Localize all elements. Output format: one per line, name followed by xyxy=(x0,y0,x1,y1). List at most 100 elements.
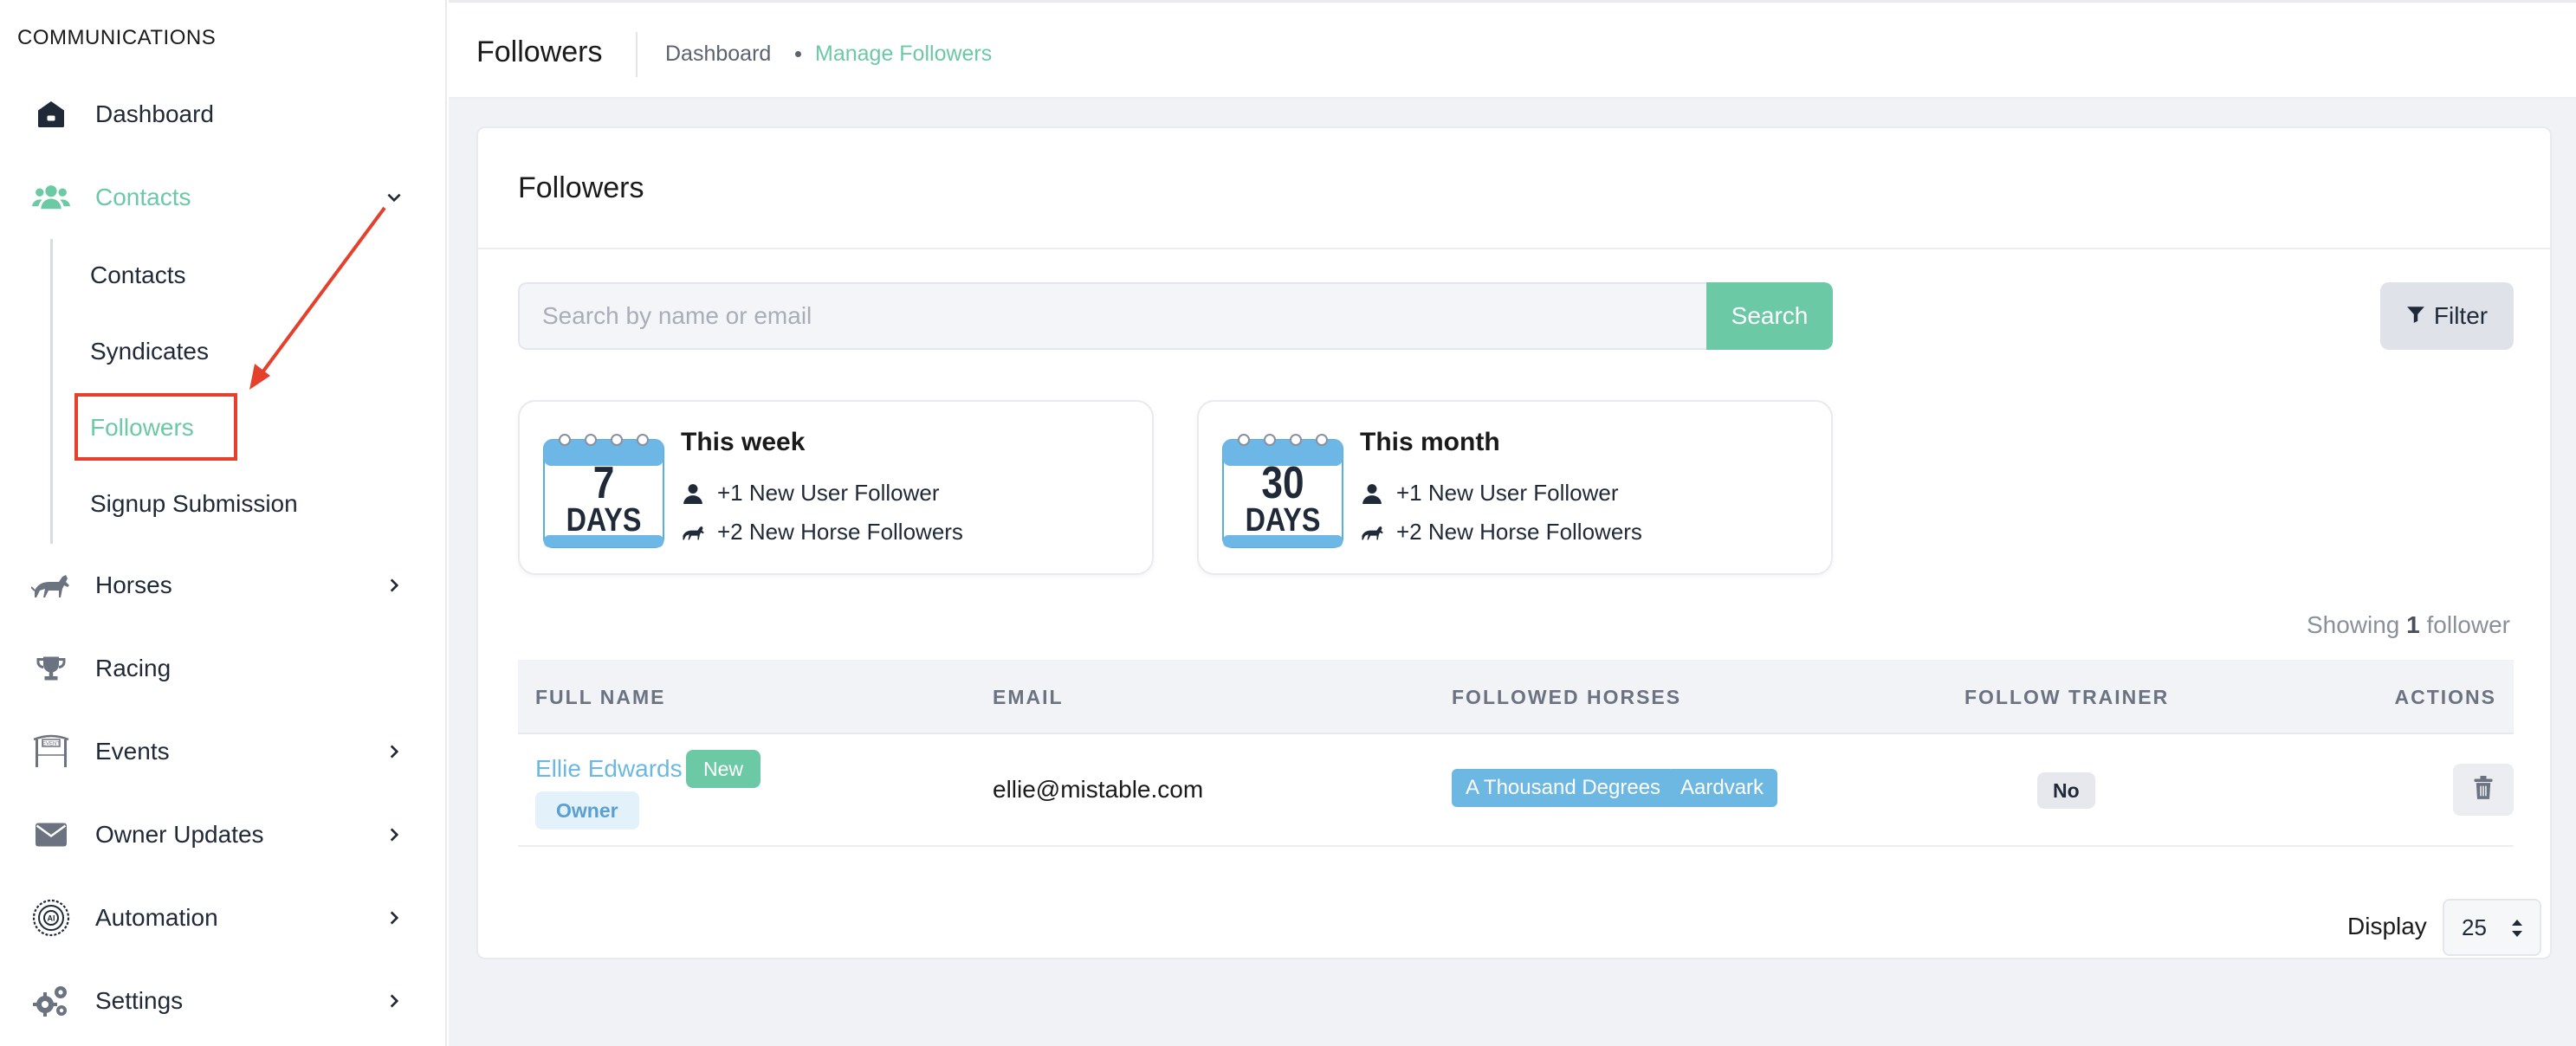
sidebar-item-label: Settings xyxy=(95,987,184,1014)
calendar-unit: DAYS xyxy=(566,502,642,539)
stat-user-followers: +1 New User Follower xyxy=(681,480,939,507)
column-header-followed-horses: FOLLOWED HORSES xyxy=(1452,686,1682,708)
calendar-number: 30 xyxy=(1261,458,1304,508)
stat-user-line: +1 New User Follower xyxy=(717,480,940,506)
page-size-select[interactable]: 25 xyxy=(2443,899,2541,956)
page-size-value: 25 xyxy=(2462,914,2487,940)
sidebar-item-settings[interactable]: Settings xyxy=(0,970,447,1032)
stat-user-line: +1 New User Follower xyxy=(1396,480,1619,506)
page-header: Followers Dashboard Manage Followers xyxy=(449,0,2576,99)
column-header-email[interactable]: EMAIL xyxy=(993,686,1064,709)
follow-trainer-badge: No xyxy=(2037,772,2095,809)
sidebar: COMMUNICATIONS Dashboard Contacts Contac… xyxy=(0,0,447,1046)
card-header: Followers xyxy=(478,128,2550,249)
users-icon xyxy=(31,178,71,217)
results-count: Showing 1 follower xyxy=(2307,611,2510,639)
search-input[interactable] xyxy=(518,282,1706,350)
search-button[interactable]: Search xyxy=(1706,282,1833,350)
chevron-right-icon[interactable] xyxy=(381,905,407,931)
filter-icon xyxy=(2406,302,2425,330)
horse-tag[interactable]: Aardvark xyxy=(1667,769,1778,807)
sidebar-subitem-syndicates[interactable]: Syndicates xyxy=(90,338,209,365)
automation-icon: AI xyxy=(31,898,71,938)
sidebar-item-dashboard[interactable]: Dashboard xyxy=(0,83,447,145)
search-bar: Search xyxy=(518,282,1833,350)
annotation-highlight-box xyxy=(74,393,237,461)
submenu-guide-line xyxy=(50,239,53,544)
main-content: Followers Search Filter 7 DAYS xyxy=(449,99,2576,1046)
column-header-actions: ACTIONS xyxy=(2394,686,2496,708)
stat-horse-line: +2 New Horse Followers xyxy=(1396,519,1642,545)
sidebar-item-label: Horses xyxy=(95,571,172,598)
sidebar-section-title: COMMUNICATIONS xyxy=(17,26,217,49)
horse-tag[interactable]: A Thousand Degrees xyxy=(1452,769,1675,807)
sidebar-item-label: Contacts xyxy=(95,184,191,210)
table-row: Ellie Edwards New Owner ellie@mistable.c… xyxy=(518,734,2514,847)
chevron-right-icon[interactable] xyxy=(381,572,407,598)
calendar-number: 7 xyxy=(592,458,615,508)
table-header: FULL NAME EMAIL FOLLOWED HORSES FOLLOW T… xyxy=(518,660,2514,734)
sidebar-item-label: Dashboard xyxy=(95,100,214,127)
breadcrumb-separator xyxy=(795,51,801,57)
trophy-icon xyxy=(31,649,71,688)
trash-icon xyxy=(2473,775,2494,804)
svg-text:EVENT: EVENT xyxy=(42,742,60,747)
sidebar-item-horses[interactable]: Horses xyxy=(0,554,447,617)
column-header-follow-trainer: FOLLOW TRAINER xyxy=(1964,686,2170,708)
sidebar-item-owner-updates[interactable]: Owner Updates xyxy=(0,804,447,866)
sidebar-item-label: Events xyxy=(95,738,170,765)
calendar-icon: 7 DAYS xyxy=(542,428,665,551)
chevron-down-icon[interactable] xyxy=(381,184,407,210)
sidebar-item-label: Racing xyxy=(95,655,172,681)
svg-text:AI: AI xyxy=(48,914,55,923)
breadcrumb-dashboard[interactable]: Dashboard xyxy=(665,42,771,67)
horse-icon xyxy=(681,520,705,545)
sidebar-subitem-signup-submission[interactable]: Signup Submission xyxy=(90,490,298,518)
delete-button[interactable] xyxy=(2453,764,2514,816)
sidebar-item-label: Owner Updates xyxy=(95,821,264,848)
chevron-right-icon[interactable] xyxy=(381,988,407,1014)
breadcrumb-manage-followers: Manage Followers xyxy=(815,42,993,66)
filter-label: Filter xyxy=(2433,302,2489,329)
event-gate-icon: EVENT xyxy=(31,732,71,772)
results-count-prefix: Showing xyxy=(2306,611,2400,638)
gears-icon xyxy=(31,981,71,1021)
user-icon xyxy=(1360,481,1384,506)
results-count-number: 1 xyxy=(2406,611,2420,638)
new-badge: New xyxy=(686,750,761,788)
stat-user-followers: +1 New User Follower xyxy=(1360,480,1618,507)
sidebar-subitem-contacts[interactable]: Contacts xyxy=(90,262,186,289)
filter-button[interactable]: Filter xyxy=(2380,282,2514,350)
role-badge: Owner xyxy=(535,791,639,830)
stat-title: This week xyxy=(681,428,806,456)
sidebar-item-racing[interactable]: Racing xyxy=(0,637,447,700)
sidebar-item-contacts[interactable]: Contacts xyxy=(0,166,447,229)
calendar-icon: 30 DAYS xyxy=(1221,428,1344,551)
results-count-suffix: follower xyxy=(2426,611,2510,638)
header-divider xyxy=(636,32,638,77)
user-icon xyxy=(681,481,705,506)
calendar-unit: DAYS xyxy=(1245,502,1321,539)
stat-card-week: 7 DAYS This week +1 New User Follower +2… xyxy=(518,400,1154,575)
stat-horse-line: +2 New Horse Followers xyxy=(717,519,963,545)
card-title: Followers xyxy=(518,171,644,204)
follower-email: ellie@mistable.com xyxy=(993,776,1204,803)
follower-name-link[interactable]: Ellie Edwards xyxy=(535,755,683,783)
sort-arrows-icon xyxy=(2510,916,2524,946)
envelope-icon xyxy=(31,815,71,855)
stat-horse-followers: +2 New Horse Followers xyxy=(1360,519,1642,546)
followers-card: Followers Search Filter 7 DAYS xyxy=(476,126,2552,959)
sidebar-item-label: Automation xyxy=(95,904,218,931)
horse-icon xyxy=(1360,520,1384,545)
column-header-full-name[interactable]: FULL NAME xyxy=(535,686,665,709)
page-title: Followers xyxy=(476,36,603,68)
horse-icon xyxy=(31,565,71,605)
stat-horse-followers: +2 New Horse Followers xyxy=(681,519,963,546)
home-icon xyxy=(31,94,71,134)
chevron-right-icon[interactable] xyxy=(381,739,407,765)
sidebar-item-events[interactable]: EVENT Events xyxy=(0,720,447,783)
stat-title: This month xyxy=(1360,428,1500,456)
display-label: Display xyxy=(2347,913,2427,939)
chevron-right-icon[interactable] xyxy=(381,822,407,848)
sidebar-item-automation[interactable]: AI Automation xyxy=(0,887,447,949)
